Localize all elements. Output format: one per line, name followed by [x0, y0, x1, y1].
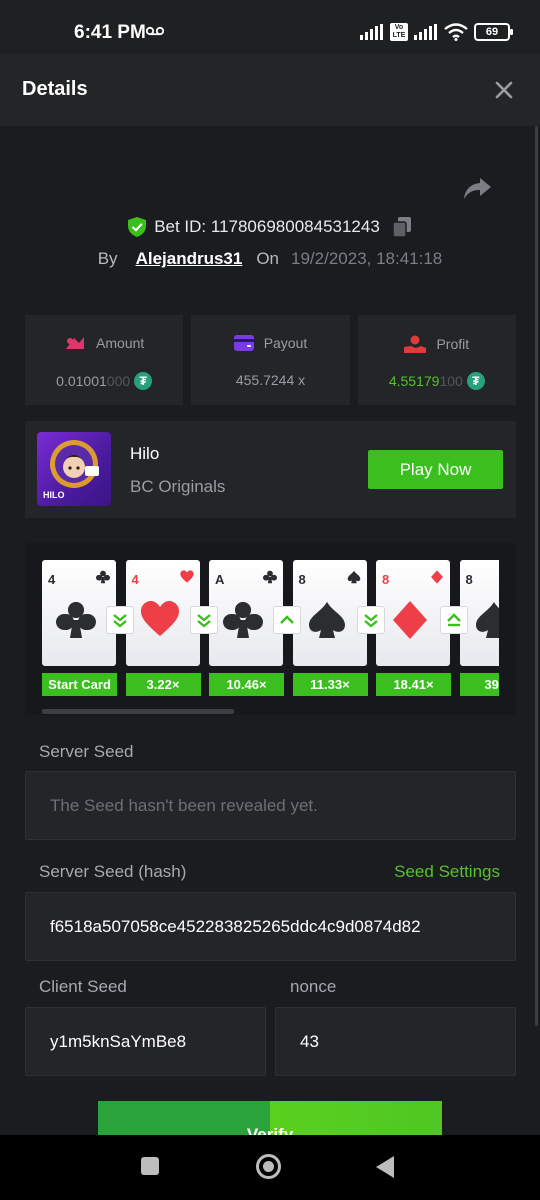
playing-card: 8 — [376, 560, 450, 666]
card-rank: A — [215, 572, 225, 587]
bet-date: 19/2/2023, 18:41:18 — [291, 249, 443, 268]
page-title: Details — [22, 78, 88, 100]
amount-value: 0.01001 — [56, 373, 107, 389]
profit-icon — [404, 335, 427, 353]
shield-check-icon — [128, 217, 147, 237]
game-thumb-label: HILO — [43, 490, 65, 500]
card-rank: 8 — [382, 572, 390, 587]
tether-icon: ₮ — [466, 372, 485, 390]
by-label: By — [97, 249, 118, 268]
voicemail-icon — [146, 26, 164, 36]
lower-or-same-arrow-icon — [356, 606, 385, 634]
card-multiplier: 18.41× — [376, 673, 451, 696]
signal-icon — [360, 24, 383, 40]
game-name: Hilo — [130, 444, 160, 463]
profit-stat: Profit 4.55179 100 ₮ — [357, 315, 516, 405]
spade-icon — [308, 602, 345, 638]
higher-or-same-arrow-icon — [440, 606, 468, 634]
playing-card: 8 — [292, 560, 367, 666]
amount-stat: Amount 0.01001 000 ₮ — [25, 315, 184, 405]
profit-value-dim: 100 — [439, 373, 463, 389]
lower-or-same-arrow-icon — [106, 606, 134, 634]
card-multiplier: 39.8 — [459, 673, 499, 696]
bet-stats: Amount 0.01001 000 ₮ Payout 455.7244 x P… — [25, 315, 516, 405]
heart-icon — [140, 601, 179, 636]
higher-arrow-icon — [273, 606, 301, 634]
amount-label: Amount — [96, 335, 145, 351]
playing-card: A — [209, 560, 283, 666]
server-seed-label: Server Seed — [39, 742, 134, 761]
username-link[interactable]: Alejandrus31 — [136, 249, 243, 269]
server-seed-field: The Seed hasn't been revealed yet. — [25, 771, 516, 840]
playing-card: 4 — [125, 560, 200, 666]
game-card: HILO Hilo BC Originals Play Now — [25, 421, 516, 518]
wifi-icon — [444, 23, 468, 41]
club-icon — [223, 602, 263, 638]
recents-button[interactable] — [141, 1157, 159, 1175]
cards-strip[interactable]: 4 Start Card 4 3.22× A 10.46× 8 11.33× 8 18.41× 8 3… — [42, 560, 499, 700]
cards-history: 4 Start Card 4 3.22× A 10.46× 8 11.33× 8 18.41× 8 3… — [25, 543, 516, 715]
close-icon[interactable] — [492, 78, 516, 102]
card-rank: 4 — [131, 572, 139, 587]
club-small-icon — [96, 570, 110, 584]
spade-small-icon — [347, 570, 360, 584]
club-icon — [56, 602, 96, 638]
heart-small-icon — [179, 570, 194, 583]
card-multiplier: 10.46× — [209, 673, 284, 696]
client-seed-field[interactable]: y1m5knSaYmBe8 — [25, 1007, 266, 1076]
server-seed-hash-field[interactable]: f6518a507058ce452283825265ddc4c9d0874d82 — [25, 892, 516, 961]
signal-icon-2 — [414, 24, 437, 40]
card-rank: 4 — [48, 572, 56, 587]
copy-icon[interactable] — [392, 216, 412, 238]
battery-icon: 69 — [474, 23, 513, 41]
playing-card: 4 — [42, 560, 116, 666]
nonce-label: nonce — [290, 977, 337, 996]
system-nav-bar — [0, 1135, 540, 1200]
details-header: Details — [0, 54, 540, 126]
payout-label: Payout — [263, 335, 308, 351]
share-icon[interactable] — [462, 176, 492, 202]
on-label: On — [256, 249, 280, 268]
server-seed-hash-label: Server Seed (hash) — [39, 862, 187, 881]
wallet-icon — [233, 335, 254, 351]
diamond-icon — [393, 601, 427, 639]
lower-or-same-arrow-icon — [189, 606, 218, 634]
status-time: 6:41 PM — [74, 22, 146, 43]
play-now-button[interactable]: Play Now — [368, 450, 503, 489]
client-seed-label: Client Seed — [39, 977, 127, 996]
seed-settings-link[interactable]: Seed Settings — [394, 862, 500, 882]
bet-id-row: Bet ID: 117806980084531243 — [0, 214, 540, 240]
card-rank: 8 — [465, 572, 473, 587]
bet-meta-row: By Alejandrus31 On 19/2/2023, 18:41:18 — [0, 247, 540, 271]
game-provider: BC Originals — [130, 477, 226, 496]
back-button[interactable] — [376, 1156, 394, 1178]
status-bar: 6:41 PM Vo LTE 69 — [0, 0, 540, 54]
payout-value: 455.7244 x — [235, 372, 306, 388]
card-rank: 8 — [298, 572, 306, 587]
profit-value: 4.55179 — [388, 373, 440, 389]
card-multiplier: Start Card — [42, 673, 117, 696]
bet-id: Bet ID: 117806980084531243 — [154, 217, 380, 236]
diamond-small-icon — [431, 570, 443, 584]
card-multiplier: 11.33× — [292, 673, 368, 696]
horizontal-scrollbar[interactable] — [42, 709, 234, 714]
volte-icon: Vo LTE — [390, 23, 408, 41]
screen: 6:41 PM Vo LTE 69 Details Bet ID: 117806… — [0, 0, 540, 1200]
card-multiplier: 3.22× — [125, 673, 201, 696]
club-small-icon — [263, 570, 277, 584]
game-thumbnail[interactable]: HILO — [37, 432, 111, 506]
spade-icon — [475, 602, 499, 638]
nonce-field[interactable]: 43 — [275, 1007, 516, 1076]
home-button[interactable] — [256, 1154, 281, 1179]
amount-icon — [66, 337, 85, 349]
profit-label: Profit — [436, 336, 470, 352]
amount-value-dim: 000 — [106, 373, 131, 389]
tether-icon: ₮ — [134, 372, 153, 390]
payout-stat: Payout 455.7244 x — [191, 315, 350, 405]
status-icons: Vo LTE 69 — [360, 20, 513, 44]
